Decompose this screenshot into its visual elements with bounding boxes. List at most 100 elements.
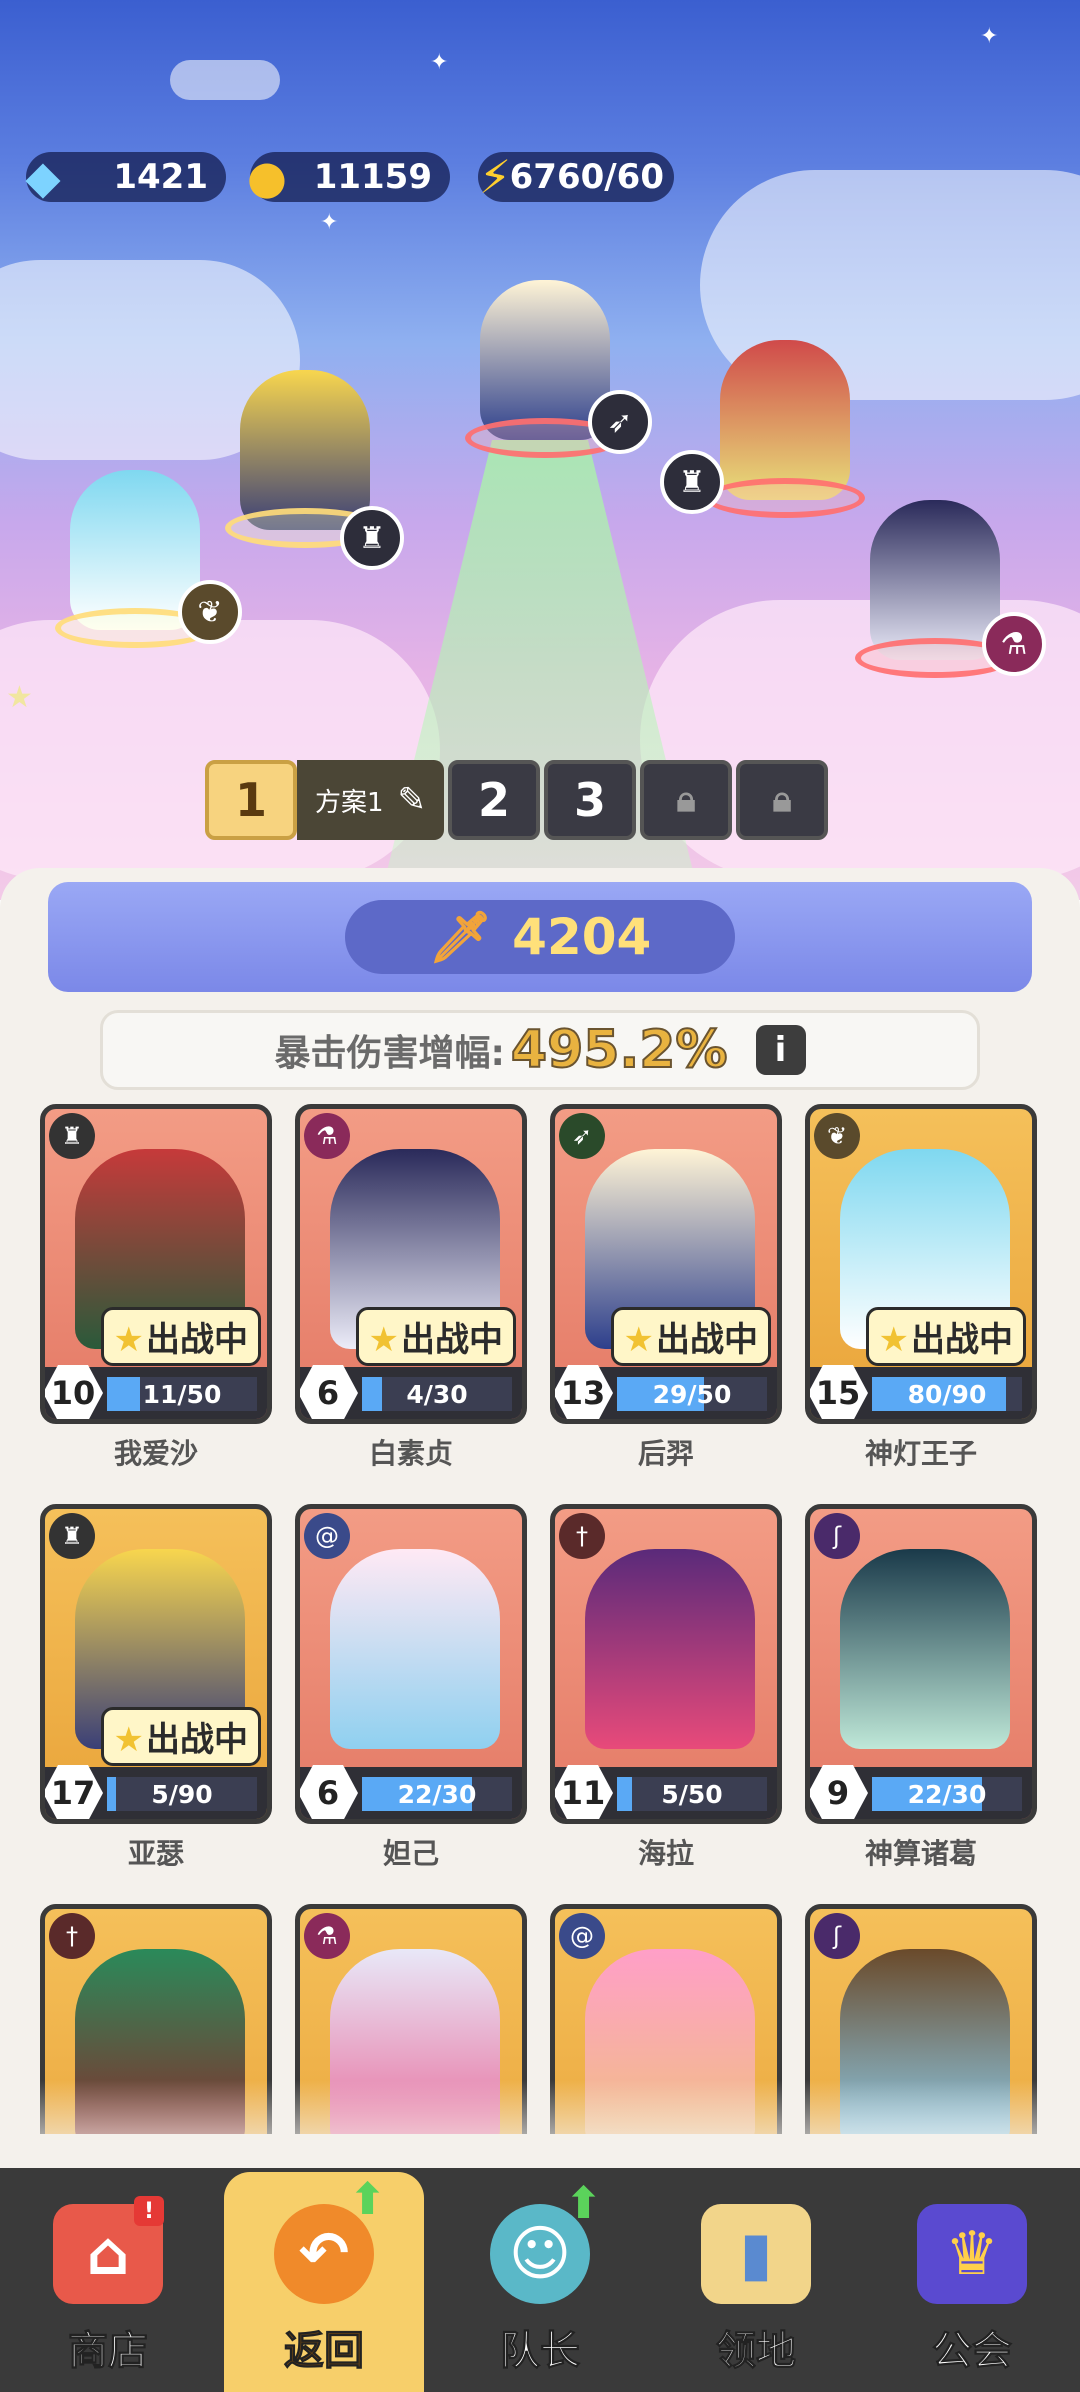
hero-name: 神算诸葛 [864, 1837, 977, 1870]
diamond-count: 1421 [113, 157, 208, 197]
sparkle-icon: ★ [6, 680, 33, 715]
progress-text: 11/50 [142, 1379, 222, 1409]
hero-portrait [840, 1549, 1010, 1749]
lock-icon: 🔒︎ [772, 779, 792, 820]
shield-role-icon: ♜ [660, 450, 724, 514]
hero-card[interactable]: ❦ ★出战中 80/90 15 神灯王子 [805, 1104, 1037, 1504]
plan-name-label: 方案1 [315, 787, 384, 818]
progress-text: 22/30 [907, 1779, 987, 1809]
sparkle-icon: ✦ [980, 24, 999, 49]
plan-tab-1[interactable]: 1 [205, 760, 297, 840]
upgrade-arrow-icon: ⬆ [565, 2178, 602, 2229]
tab-guild[interactable]: ♛ 公会 [872, 2176, 1072, 2376]
progress-text: 80/90 [907, 1379, 987, 1409]
bow-icon: ➶ [559, 1113, 605, 1159]
magic-icon: ʃ [814, 1913, 860, 1959]
tab-territory[interactable]: ▮ 领地 [656, 2176, 856, 2376]
plan-tab-3[interactable]: 3 [544, 760, 637, 840]
hero-card[interactable]: † 5/50 11 海拉 [550, 1504, 782, 1904]
hero-name: 白素贞 [368, 1437, 453, 1470]
level-progress: 22/30 6 [300, 1765, 522, 1819]
hero-card[interactable]: ⚗ ★出战中 4/30 6 白素贞 [295, 1104, 527, 1504]
scroll-fade [0, 2080, 1080, 2170]
level-progress: 4/30 6 [300, 1365, 522, 1419]
cloud [170, 60, 280, 100]
formation-slot-woaisha[interactable]: ♜ [660, 340, 865, 518]
potion-icon: ⚗ [982, 612, 1046, 676]
hero-card[interactable]: ➶ ★出战中 29/50 13 后羿 [550, 1104, 782, 1504]
hero-level: 11 [555, 1765, 613, 1819]
hero-name: 后羿 [637, 1437, 694, 1470]
deployed-badge: ★出战中 [865, 1307, 1026, 1366]
power-value: 4204 [512, 908, 652, 966]
plan-name-field[interactable]: 方案1 ✎ [297, 760, 445, 840]
level-progress: 29/50 13 [555, 1365, 777, 1419]
sparkle-icon: ✦ [320, 210, 339, 235]
deployed-badge: ★出战中 [610, 1307, 771, 1366]
formation-plan-selector: 1 方案1 ✎ 2 3 🔒︎ 🔒︎ [205, 760, 829, 840]
edit-icon: ✎ [397, 780, 427, 820]
crit-damage-row: 暴击伤害增幅: 495.2% i [100, 1010, 980, 1090]
level-progress: 22/30 9 [810, 1765, 1032, 1819]
hero-card[interactable]: @ 22/30 6 妲己 [295, 1504, 527, 1904]
potion-icon: ⚗ [304, 1113, 350, 1159]
slot-ring [705, 478, 865, 518]
progress-text: 22/30 [397, 1779, 477, 1809]
formation-slot-baisuzhen[interactable]: ⚗ [855, 500, 1046, 678]
coin-icon: ● [246, 150, 288, 204]
tab-captain[interactable]: ☺ 队长 ⬆ [440, 2176, 640, 2376]
territory-icon: ▮ [701, 2204, 811, 2304]
tab-return[interactable]: ↶ 返回 ⬆ [224, 2172, 424, 2392]
progress-text: 5/90 [151, 1779, 213, 1809]
formation-slot-arthur[interactable]: ♜ [225, 370, 404, 570]
progress-text: 5/50 [661, 1779, 723, 1809]
hero-card[interactable]: ʃ 22/30 9 神算诸葛 [805, 1504, 1037, 1904]
coin-counter[interactable]: ● 11159 [247, 150, 450, 204]
hero-portrait [330, 1549, 500, 1749]
shield-role-icon: ♜ [49, 1113, 95, 1159]
sword-role-icon: † [559, 1513, 605, 1559]
deployed-badge: ★出战中 [100, 1307, 261, 1366]
progress-text: 4/30 [406, 1379, 468, 1409]
crit-value: 495.2% [510, 1019, 729, 1081]
deployed-badge: ★出战中 [100, 1707, 261, 1766]
upgrade-arrow-icon: ⬆ [349, 2174, 386, 2225]
hero-level: 9 [810, 1765, 868, 1819]
plan-tab-2[interactable]: 2 [448, 760, 541, 840]
diamond-counter[interactable]: ◆ 1421 [25, 150, 226, 204]
tab-shop[interactable]: ⌂ 商店 ! [8, 2176, 208, 2376]
cloud [0, 620, 440, 880]
bow-icon: ➶ [588, 390, 652, 454]
energy-count: 6760/60 [509, 157, 664, 197]
formation-slot-houyi[interactable]: ➶ [465, 280, 652, 458]
hero-card[interactable]: ♜ ★出战中 11/50 10 我爱沙 [40, 1104, 272, 1504]
hero-card[interactable]: ♜ ★出战中 5/90 17 亚瑟 [40, 1504, 272, 1904]
level-progress: 5/90 17 [45, 1765, 267, 1819]
info-icon[interactable]: i [755, 1025, 806, 1075]
level-progress: 11/50 10 [45, 1365, 267, 1419]
sparkle-icon: ✦ [430, 50, 449, 75]
shield-role-icon: ♜ [340, 506, 404, 570]
level-progress: 5/50 11 [555, 1765, 777, 1819]
wings-icon: ❦ [178, 580, 242, 644]
hero-panel: 🗡︎ 4204 暴击伤害增幅: 495.2% i ♜ ★出战中 11/50 10… [0, 868, 1080, 2168]
alert-badge: ! [134, 2196, 164, 2226]
plan-tab-locked-5[interactable]: 🔒︎ [736, 760, 829, 840]
sword-role-icon: † [49, 1913, 95, 1959]
progress-text: 29/50 [652, 1379, 732, 1409]
deployed-badge: ★出战中 [355, 1307, 516, 1366]
diamond-icon: ◆ [25, 150, 61, 204]
energy-counter[interactable]: ⚡ 6760/60 [478, 150, 674, 204]
lock-icon: 🔒︎ [676, 779, 696, 820]
hero-level: 17 [45, 1765, 103, 1819]
formation-slot-genie[interactable]: ❦ [55, 470, 242, 648]
hero-level: 15 [810, 1365, 868, 1419]
spiral-icon: @ [304, 1513, 350, 1559]
wings-icon: ❦ [814, 1113, 860, 1159]
tab-label: 队长 [500, 2328, 581, 2375]
shield-role-icon: ♜ [49, 1513, 95, 1559]
tab-label: 公会 [932, 2328, 1013, 2375]
plan-tab-locked-4[interactable]: 🔒︎ [640, 760, 733, 840]
tab-label: 返回 [284, 2328, 365, 2375]
hero-name: 海拉 [637, 1837, 694, 1870]
